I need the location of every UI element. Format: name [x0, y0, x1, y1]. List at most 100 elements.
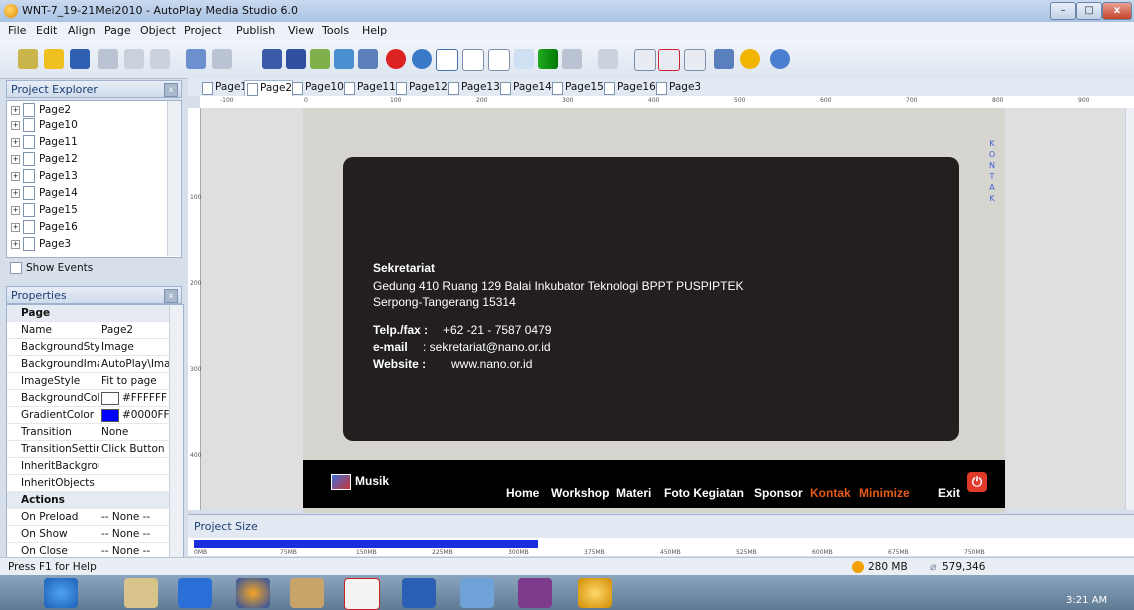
- explorer-scrollbar[interactable]: [167, 101, 181, 256]
- tree-item-page2[interactable]: + Page2: [11, 103, 71, 118]
- prop-category-page[interactable]: Page: [7, 305, 175, 322]
- menu-page[interactable]: Page: [104, 24, 131, 37]
- prop-row-name[interactable]: Name Page2: [7, 322, 175, 339]
- cd-icon[interactable]: [714, 49, 734, 69]
- listbox-icon[interactable]: [462, 49, 484, 71]
- paragraph-icon[interactable]: [310, 49, 330, 69]
- prop-row-bgstyle[interactable]: BackgroundStyl Image: [7, 339, 175, 356]
- color-swatch[interactable]: [101, 408, 119, 422]
- help-icon[interactable]: [770, 49, 790, 69]
- power-icon[interactable]: ⏻: [967, 472, 987, 492]
- prop-row-inheritbg[interactable]: InheritBackgrou: [7, 458, 175, 475]
- save-icon[interactable]: [70, 49, 90, 69]
- menu-edit[interactable]: Edit: [36, 24, 57, 37]
- expand-icon[interactable]: +: [11, 105, 20, 115]
- expand-icon[interactable]: +: [11, 205, 20, 215]
- pdf-icon[interactable]: [344, 578, 380, 610]
- nav-workshop[interactable]: Workshop: [551, 486, 609, 500]
- search-icon[interactable]: [562, 49, 582, 69]
- tree-item-page10[interactable]: + Page10: [11, 118, 78, 133]
- expand-icon[interactable]: +: [11, 120, 20, 130]
- show-events-checkbox[interactable]: Show Events: [10, 262, 93, 274]
- expand-icon[interactable]: +: [11, 154, 20, 164]
- nav-exit[interactable]: Exit: [938, 486, 960, 500]
- minimize-button[interactable]: –: [1050, 2, 1076, 20]
- tab-page14[interactable]: Page14: [498, 80, 552, 95]
- firefox-icon[interactable]: [236, 578, 270, 608]
- prop-value[interactable]: #0000FF: [101, 407, 175, 423]
- menu-object[interactable]: Object: [140, 24, 176, 37]
- tree-item-page13[interactable]: + Page13: [11, 169, 78, 184]
- prop-category-actions[interactable]: Actions: [7, 492, 175, 509]
- app-icon-8[interactable]: [460, 578, 494, 608]
- prop-value[interactable]: Fit to page: [101, 373, 175, 389]
- rectangle-icon[interactable]: [436, 49, 458, 71]
- preview-icon[interactable]: [658, 49, 680, 71]
- nav-foto-kegiatan[interactable]: Foto Kegiatan: [664, 486, 744, 500]
- prop-value[interactable]: Page2: [101, 322, 175, 338]
- autoplay-icon[interactable]: [578, 578, 612, 608]
- close-button[interactable]: x: [1102, 2, 1132, 20]
- app-icon-5[interactable]: [290, 578, 324, 608]
- nav-sponsor[interactable]: Sponsor: [754, 486, 803, 500]
- menu-tools[interactable]: Tools: [322, 24, 349, 37]
- nav-minimize[interactable]: Minimize: [859, 486, 910, 500]
- tree-item-page11[interactable]: + Page11: [11, 135, 78, 150]
- ie-icon[interactable]: [44, 578, 78, 608]
- tab-page13[interactable]: Page13: [446, 80, 500, 95]
- prop-value[interactable]: -- None --: [101, 526, 175, 542]
- explorer-icon[interactable]: [124, 578, 158, 608]
- tab-page11[interactable]: Page11: [342, 80, 396, 95]
- panel-close-icon[interactable]: x: [164, 289, 178, 303]
- color-swatch[interactable]: [101, 391, 119, 405]
- prop-row-inheritobj[interactable]: InheritObjects: [7, 475, 175, 492]
- prop-value[interactable]: #FFFFFF: [101, 390, 175, 406]
- prop-row-transsettings[interactable]: TransitionSettin Click Button: [7, 441, 175, 458]
- tab-page12[interactable]: Page12: [394, 80, 448, 95]
- undo-icon[interactable]: [186, 49, 206, 69]
- tree-item-page14[interactable]: + Page14: [11, 186, 78, 201]
- prop-value[interactable]: Click Button: [101, 441, 175, 457]
- flash-icon[interactable]: [358, 49, 378, 69]
- menu-view[interactable]: View: [288, 24, 314, 37]
- menu-file[interactable]: File: [8, 24, 26, 37]
- menu-publish[interactable]: Publish: [236, 24, 275, 37]
- web-icon[interactable]: [412, 49, 432, 69]
- tab-page10[interactable]: Page10: [290, 80, 344, 95]
- prop-row-imagestyle[interactable]: ImageStyle Fit to page: [7, 373, 175, 390]
- tree-item-page12[interactable]: + Page12: [11, 152, 78, 167]
- prop-value[interactable]: -- None --: [101, 509, 175, 525]
- tree-item-page3[interactable]: + Page3: [11, 237, 71, 252]
- copy-icon[interactable]: [124, 49, 144, 69]
- expand-icon[interactable]: +: [11, 137, 20, 147]
- prop-row-onshow[interactable]: On Show -- None --: [7, 526, 175, 543]
- musik-icon[interactable]: [331, 474, 351, 490]
- stop-icon[interactable]: [386, 49, 406, 69]
- menu-help[interactable]: Help: [362, 24, 387, 37]
- tab-page2[interactable]: Page2: [244, 80, 294, 96]
- open-icon[interactable]: [44, 49, 64, 69]
- prop-value[interactable]: None: [101, 424, 175, 440]
- expand-icon[interactable]: +: [11, 222, 20, 232]
- prop-row-onpreload[interactable]: On Preload -- None --: [7, 509, 175, 526]
- properties-scrollbar[interactable]: [169, 305, 183, 559]
- nav-kontak[interactable]: Kontak: [810, 486, 851, 500]
- checkbox-box[interactable]: [10, 262, 22, 274]
- menu-project[interactable]: Project: [184, 24, 222, 37]
- canvas-scrollbar[interactable]: [1125, 108, 1134, 510]
- maximize-button[interactable]: □: [1076, 2, 1102, 20]
- winrar-icon[interactable]: [518, 578, 552, 608]
- cd-icon-2[interactable]: [740, 49, 760, 69]
- tab-page1[interactable]: Page1: [200, 80, 247, 95]
- tree-icon[interactable]: [538, 49, 558, 69]
- redo-icon[interactable]: [212, 49, 232, 69]
- prop-row-bgcolor[interactable]: BackgroundCol #FFFFFF: [7, 390, 175, 407]
- add-page-icon[interactable]: [598, 49, 618, 69]
- nav-materi[interactable]: Materi: [616, 486, 651, 500]
- publish-icon[interactable]: [684, 49, 706, 71]
- cut-icon[interactable]: [98, 49, 118, 69]
- word-icon[interactable]: [402, 578, 436, 608]
- prop-row-transition[interactable]: Transition None: [7, 424, 175, 441]
- progress-icon[interactable]: [514, 49, 534, 69]
- media-player-icon[interactable]: [178, 578, 212, 608]
